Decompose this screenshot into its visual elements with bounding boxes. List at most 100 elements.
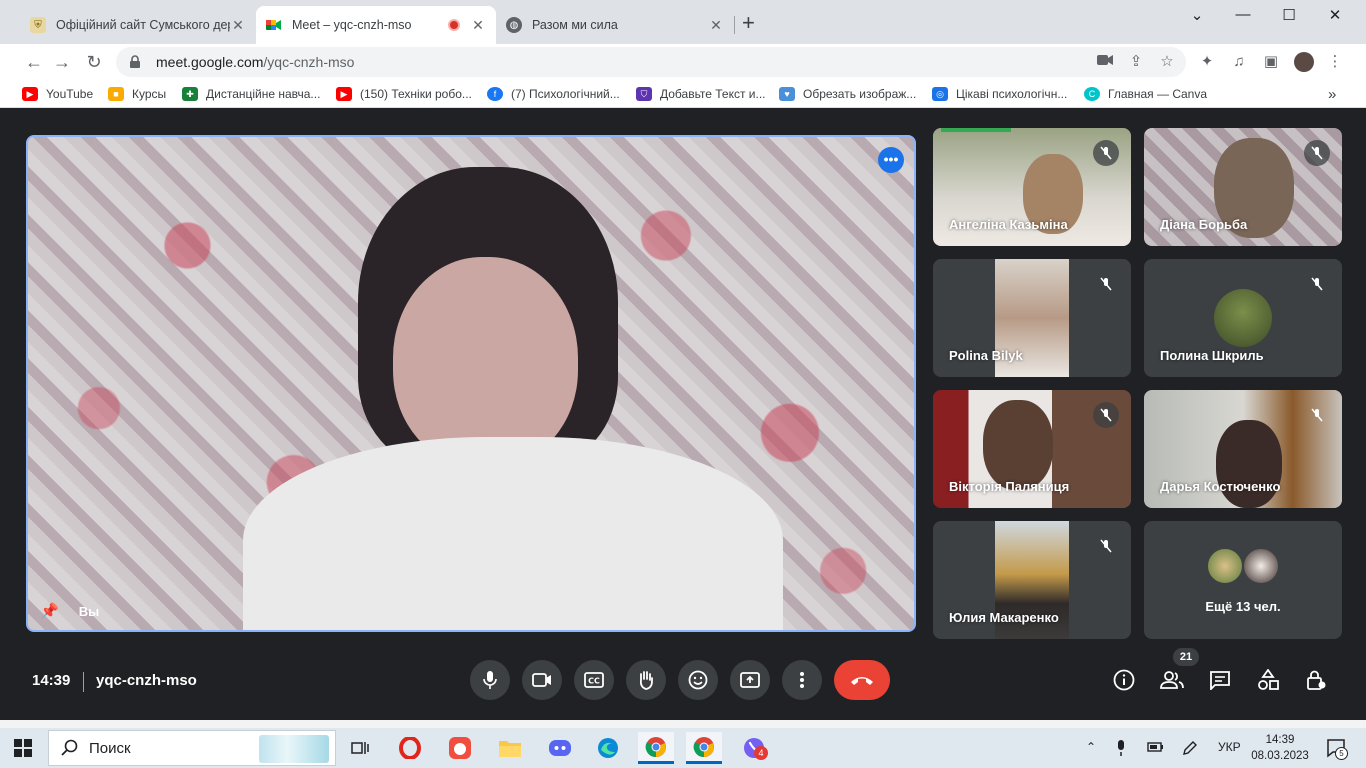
bookmark-crop[interactable]: ♥ Обрезать изображ...	[779, 84, 916, 104]
camera-button[interactable]	[522, 660, 562, 700]
address-bar[interactable]: meet.google.com/yqc-cnzh-mso	[116, 47, 1186, 77]
menu-kebab-icon[interactable]: ⋮	[1326, 53, 1344, 71]
participant-tile[interactable]: Ангеліна Казьміна	[933, 128, 1131, 246]
bookmark-label: (150) Техніки робо...	[360, 87, 472, 101]
close-icon[interactable]: ✕	[470, 17, 486, 34]
reload-button[interactable]: ↻	[82, 50, 106, 74]
bookmark-label: (7) Психологічний...	[511, 87, 620, 101]
tab-razom[interactable]: ◍ Разом ми сила ✕	[496, 6, 734, 44]
share-icon[interactable]: ⇪	[1127, 53, 1145, 71]
camera-icon[interactable]	[1096, 53, 1114, 71]
opera-icon[interactable]	[392, 732, 428, 764]
clock[interactable]: 14:39 08.03.2023	[1250, 732, 1310, 764]
more-participants-tile[interactable]: Ещё 13 чел.	[1144, 521, 1342, 639]
side-panel-icon[interactable]: ▣	[1262, 53, 1280, 71]
new-tab-button[interactable]: +	[742, 12, 755, 34]
main-video-tile[interactable]: ••• 📌 Вы	[26, 135, 916, 632]
tab-sumy-site[interactable]: ⛨ Офіційний сайт Сумського держ ✕	[20, 6, 256, 44]
microphone-tray-icon[interactable]	[1116, 740, 1126, 759]
recording-icon	[448, 19, 460, 31]
back-button[interactable]: ←	[22, 50, 46, 74]
bookmark-label: Обрезать изображ...	[803, 87, 917, 101]
mic-off-icon	[1304, 402, 1330, 428]
language-indicator[interactable]: УКР	[1218, 740, 1241, 754]
close-icon[interactable]: ✕	[230, 17, 246, 34]
participant-avatar	[1206, 547, 1244, 585]
raise-hand-button[interactable]	[626, 660, 666, 700]
microphone-button[interactable]	[470, 660, 510, 700]
more-options-icon[interactable]: •••	[878, 147, 904, 173]
bookmark-canva[interactable]: C Главная — Canva	[1084, 84, 1207, 104]
bookmark-add-text[interactable]: ⛉ Добавьте Текст и...	[636, 84, 766, 104]
close-icon[interactable]: ✕	[708, 17, 724, 34]
chrome-taskbar-icon[interactable]	[638, 732, 674, 764]
self-name: Вы	[78, 603, 100, 619]
app-red-icon[interactable]	[442, 732, 478, 764]
video-person-body	[243, 437, 783, 630]
participant-tile[interactable]: Діана Борьба	[1144, 128, 1342, 246]
viber-icon[interactable]: 4	[736, 732, 772, 764]
chat-button[interactable]	[1206, 666, 1234, 694]
chrome-taskbar-icon[interactable]	[686, 732, 722, 764]
task-view-icon[interactable]	[342, 732, 378, 764]
people-button[interactable]	[1158, 666, 1186, 694]
present-screen-button[interactable]	[730, 660, 770, 700]
bookmark-kursy[interactable]: ■ Курсы	[108, 84, 166, 104]
maximize-button[interactable]: ☐	[1266, 6, 1312, 30]
chevron-down-icon[interactable]: ⌄	[1174, 6, 1220, 30]
discord-icon[interactable]	[542, 732, 578, 764]
bookmark-youtube[interactable]: ▶ YouTube	[22, 84, 93, 104]
activities-button[interactable]	[1254, 666, 1282, 694]
emoji-reaction-button[interactable]	[678, 660, 718, 700]
participant-name: Юлия Макаренко	[949, 610, 1059, 625]
notification-icon[interactable]: 5	[1326, 738, 1348, 760]
divider	[83, 672, 84, 692]
media-control-icon[interactable]: ♫	[1230, 53, 1248, 71]
host-controls-button[interactable]	[1302, 666, 1330, 694]
bookmark-distance[interactable]: ✚ Дистанційне навча...	[182, 84, 320, 104]
participant-tile[interactable]: Вікторія Паляниця	[933, 390, 1131, 508]
present-icon	[740, 672, 760, 688]
participant-tile[interactable]: Полина Шкриль	[1144, 259, 1342, 377]
video-person-face	[393, 257, 578, 467]
bookmark-label: Главная — Canva	[1108, 87, 1208, 101]
tab-meet[interactable]: Meet – yqc-cnzh-mso ✕	[256, 6, 496, 44]
bookmark-interesting[interactable]: ◎ Цікаві психологічн...	[932, 84, 1067, 104]
captions-button[interactable]: CC	[574, 660, 614, 700]
bookmark-techniques[interactable]: ▶ (150) Техніки робо...	[336, 84, 472, 104]
battery-icon[interactable]	[1146, 740, 1164, 757]
forward-button[interactable]: →	[50, 50, 74, 74]
participant-tile[interactable]: Юлия Макаренко	[933, 521, 1131, 639]
minimize-button[interactable]: —	[1220, 6, 1266, 30]
extensions-icon[interactable]: ✦	[1198, 53, 1216, 71]
windows-start-icon[interactable]	[14, 739, 32, 757]
kebab-icon	[800, 672, 804, 688]
bookmark-psych[interactable]: f (7) Психологічний...	[487, 84, 620, 104]
globe-icon: ◍	[506, 17, 522, 33]
speaking-indicator	[941, 128, 1011, 132]
background-window-strip	[0, 720, 1366, 728]
file-explorer-icon[interactable]	[492, 732, 528, 764]
profile-avatar[interactable]	[1294, 52, 1314, 72]
chevron-up-icon[interactable]: ⌃	[1086, 740, 1096, 754]
mic-off-icon	[1093, 402, 1119, 428]
taskbar-search[interactable]: Поиск	[48, 730, 336, 766]
bookmark-label: Цікаві психологічн...	[956, 87, 1068, 101]
info-icon	[1113, 669, 1135, 691]
hand-icon	[639, 671, 653, 690]
leave-call-button[interactable]	[834, 660, 890, 700]
captions-icon: CC	[584, 672, 604, 688]
participant-tile[interactable]: Polina Bilyk	[933, 259, 1131, 377]
edge-icon[interactable]	[590, 732, 626, 764]
bookmarks-overflow-icon[interactable]: »	[1328, 84, 1336, 104]
pen-icon[interactable]	[1182, 740, 1198, 759]
participant-tile[interactable]: Дарья Костюченко	[1144, 390, 1342, 508]
more-options-button[interactable]	[782, 660, 822, 700]
meeting-info-button[interactable]	[1110, 666, 1138, 694]
search-icon	[61, 739, 78, 756]
participant-name: Полина Шкриль	[1160, 348, 1264, 363]
star-icon[interactable]: ☆	[1158, 53, 1176, 71]
close-window-button[interactable]: ✕	[1312, 6, 1358, 30]
pin-icon[interactable]: 📌	[40, 602, 59, 620]
activities-icon	[1258, 669, 1279, 690]
